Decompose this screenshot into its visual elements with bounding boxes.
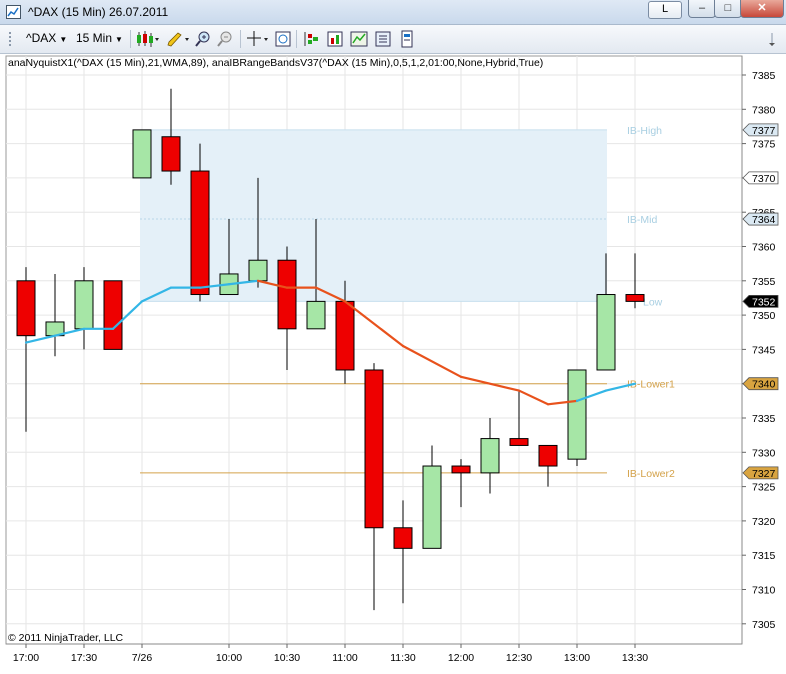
candle-body bbox=[625, 294, 645, 302]
price-tick-label: 7330 bbox=[752, 447, 776, 459]
window-title: ^DAX (15 Min) 26.07.2011 bbox=[28, 5, 169, 19]
interval-label: 15 Min bbox=[76, 31, 113, 45]
price-tick-label: 7385 bbox=[752, 70, 776, 82]
toolbar-grip[interactable] bbox=[9, 32, 13, 46]
zoom-in-icon[interactable] bbox=[194, 30, 212, 48]
minimize-button[interactable]: – bbox=[688, 0, 716, 18]
price-tick-label: 7305 bbox=[752, 619, 776, 631]
price-tick-label: 7375 bbox=[752, 139, 776, 151]
candle-body bbox=[132, 129, 152, 179]
candlestick-style-icon[interactable] bbox=[136, 30, 160, 48]
price-marker-label: 7364 bbox=[752, 214, 776, 226]
properties-icon[interactable] bbox=[374, 30, 392, 48]
candle-body bbox=[161, 136, 181, 172]
interval-selector[interactable]: 15 Min ▼ bbox=[76, 31, 123, 45]
instrument-label: ^DAX bbox=[26, 31, 57, 45]
chevron-down-icon: ▼ bbox=[115, 35, 123, 44]
time-tick-label: 17:30 bbox=[71, 652, 97, 664]
price-tick-label: 7310 bbox=[752, 585, 776, 597]
ib-mid-label: IB-Mid bbox=[627, 214, 657, 226]
candle-body bbox=[248, 259, 268, 282]
price-marker-label: 7340 bbox=[752, 379, 776, 391]
nyquist-segment bbox=[24, 334, 57, 344]
ib-band-fill bbox=[140, 129, 607, 302]
close-button[interactable]: ✕ bbox=[740, 0, 784, 18]
price-tick-label: 7320 bbox=[752, 516, 776, 528]
link-l-button[interactable]: L bbox=[648, 1, 682, 19]
candle-body bbox=[74, 280, 94, 330]
candle-body bbox=[567, 369, 587, 460]
time-axis: 17:00 17:30 7/26 10:00 10:30 11:00 11:30 12:00 1… bbox=[6, 643, 742, 664]
price-tick-label: 7355 bbox=[752, 276, 776, 288]
candle-body bbox=[306, 300, 326, 330]
title-bar: ^DAX (15 Min) 26.07.2011 L – □ ✕ bbox=[0, 0, 786, 25]
candle-body bbox=[480, 438, 500, 474]
price-tick-label: 7350 bbox=[752, 310, 776, 322]
candle-body bbox=[364, 369, 384, 529]
maximize-button[interactable]: □ bbox=[714, 0, 742, 18]
toolbar-separator bbox=[130, 30, 131, 48]
candle-body bbox=[277, 259, 297, 330]
instrument-selector[interactable]: ^DAX ▼ bbox=[26, 31, 67, 45]
strategy-icon[interactable] bbox=[326, 30, 344, 48]
time-tick-label: 10:00 bbox=[216, 652, 242, 664]
price-tick-label: 7360 bbox=[752, 242, 776, 254]
price-chart[interactable]: IB-HighIB-MidLowIB-Lower1IB-Lower2 73057… bbox=[0, 54, 786, 669]
candle-body bbox=[335, 300, 355, 371]
ib-lower-label: IB-Lower2 bbox=[627, 468, 675, 480]
ib-high-label: IB-High bbox=[627, 125, 662, 137]
data-box-icon[interactable] bbox=[274, 30, 292, 48]
candle-body bbox=[509, 438, 529, 446]
candle-body bbox=[596, 294, 616, 371]
chevron-down-icon: ▼ bbox=[59, 35, 68, 44]
price-marker-label: 7370 bbox=[752, 173, 776, 185]
crosshair-icon[interactable] bbox=[246, 30, 270, 48]
price-marker-label: 7377 bbox=[752, 125, 776, 137]
time-tick-label: 7/26 bbox=[132, 652, 153, 664]
price-tick-label: 7345 bbox=[752, 344, 776, 356]
time-tick-label: 13:30 bbox=[622, 652, 648, 664]
chart-app-icon bbox=[6, 5, 21, 19]
time-tick-label: 10:30 bbox=[274, 652, 300, 664]
time-tick-label: 12:30 bbox=[506, 652, 532, 664]
toolbar-separator bbox=[296, 30, 297, 48]
candle-body bbox=[190, 170, 210, 296]
pencil-drawing-icon[interactable] bbox=[166, 30, 190, 48]
templates-icon[interactable] bbox=[398, 30, 416, 48]
time-tick-label: 12:00 bbox=[448, 652, 474, 664]
candle-body bbox=[393, 527, 413, 549]
time-tick-label: 17:00 bbox=[13, 652, 39, 664]
time-tick-label: 11:30 bbox=[390, 652, 416, 664]
ib-low-label: Low bbox=[643, 296, 663, 308]
nyquist-segment bbox=[401, 344, 463, 378]
chart-toolbar: ^DAX ▼ 15 Min ▼ bbox=[0, 25, 786, 54]
price-tick-label: 7380 bbox=[752, 104, 776, 116]
price-axis: 7305 7310 7315 7320 7325 7330 7335 7340 7345 7350… bbox=[741, 56, 779, 644]
ib-range-band: IB-HighIB-MidLowIB-Lower1IB-Lower2 bbox=[140, 125, 675, 480]
price-tick-label: 7315 bbox=[752, 550, 776, 562]
candle-body bbox=[538, 444, 558, 467]
toolbar-overflow-icon[interactable] bbox=[766, 30, 778, 48]
candle-body bbox=[451, 465, 471, 474]
time-tick-label: 13:00 bbox=[564, 652, 590, 664]
price-marker-label: 7327 bbox=[752, 468, 776, 480]
indicator-label: anaNyquistX1(^DAX (15 Min),21,WMA,89), a… bbox=[8, 57, 543, 69]
zoom-out-icon[interactable] bbox=[216, 30, 234, 48]
candle-body bbox=[16, 280, 36, 337]
chart-panel[interactable]: IB-High IB-Mid Low IB-Lower1 IB-Lower2 7305 7… bbox=[0, 54, 786, 669]
indicators-icon[interactable] bbox=[350, 30, 368, 48]
toolbar-separator bbox=[240, 30, 241, 48]
candle-body bbox=[422, 465, 442, 549]
candle-body bbox=[103, 280, 123, 350]
nyquist-segment bbox=[517, 389, 550, 406]
time-tick-label: 11:00 bbox=[332, 652, 358, 664]
copyright-label: © 2011 NinjaTrader, LLC bbox=[8, 632, 124, 644]
bar-chart-icon[interactable] bbox=[302, 30, 320, 48]
price-marker-label: 7352 bbox=[752, 296, 776, 308]
price-tick-label: 7325 bbox=[752, 482, 776, 494]
price-tick-label: 7335 bbox=[752, 413, 776, 425]
